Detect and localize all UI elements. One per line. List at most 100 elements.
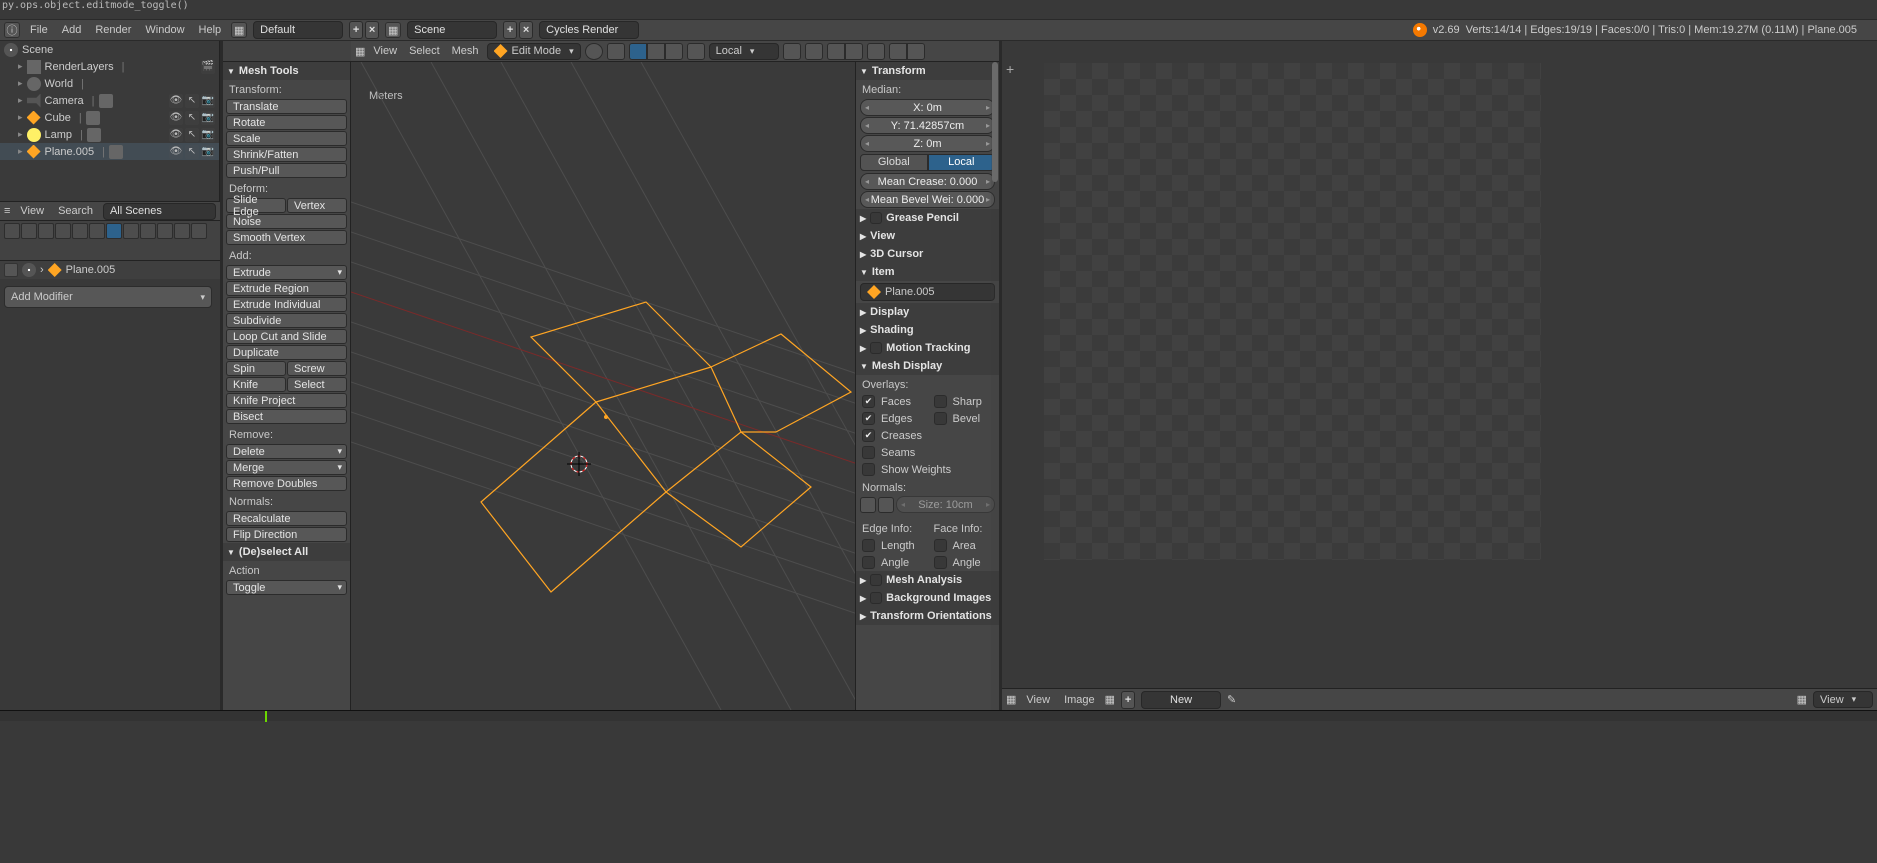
eye-toggle[interactable]: 👁 (169, 145, 183, 159)
camera-toggle[interactable]: 📷 (201, 111, 215, 125)
image-browse-icon[interactable]: ▦ (1105, 693, 1115, 706)
show-weights-check[interactable]: Show Weights (856, 461, 999, 478)
imged-view-dropdown[interactable]: View (1813, 691, 1873, 708)
menu-help[interactable]: Help (195, 24, 226, 36)
tab-texture[interactable] (157, 223, 173, 239)
cursor-toggle[interactable]: ↖ (185, 145, 199, 159)
datablock-icon[interactable] (109, 145, 123, 159)
delete-button[interactable]: Delete (226, 444, 347, 459)
face-normals-icon[interactable] (878, 497, 894, 513)
cursor-toggle[interactable]: ↖ (185, 111, 199, 125)
bevel-check[interactable]: Bevel (928, 410, 1000, 427)
screen-layout-field[interactable]: Default (253, 21, 343, 39)
merge-button[interactable]: Merge (226, 460, 347, 475)
snap-icon[interactable] (805, 43, 823, 60)
eye-toggle[interactable]: 👁 (169, 111, 183, 125)
sharp-check[interactable]: Sharp (928, 393, 1000, 410)
3d-cursor-panel-header[interactable]: 3D Cursor (856, 245, 999, 263)
outliner-item[interactable]: ▸RenderLayers|🎬 (0, 58, 219, 75)
image-new-button[interactable]: New (1141, 691, 1221, 709)
outliner-view-menu[interactable]: View (16, 205, 48, 217)
knife-button[interactable]: Knife (226, 377, 286, 392)
extrude-individual-button[interactable]: Extrude Individual (226, 297, 347, 312)
npanel-scrollbar[interactable] (991, 62, 999, 710)
noise-button[interactable]: Noise (226, 214, 347, 229)
faces-check[interactable]: Faces (856, 393, 928, 410)
normals-size-field[interactable]: Size: 10cm (896, 496, 995, 513)
length-check[interactable]: Length (856, 537, 928, 554)
menu-add[interactable]: Add (58, 24, 86, 36)
snap-increment-icon[interactable] (827, 43, 845, 60)
image-editor-type-icon[interactable]: ▦ (1006, 693, 1016, 706)
orientation-dropdown[interactable]: Local (709, 43, 779, 60)
mesh-analysis-panel-header[interactable]: Mesh Analysis (856, 571, 999, 589)
smooth-vertex-button[interactable]: Smooth Vertex (226, 230, 347, 245)
eye-toggle[interactable]: 👁 (169, 128, 183, 142)
item-panel-header[interactable]: Item (856, 263, 999, 281)
tab-constraints[interactable] (89, 223, 105, 239)
deselect-action-dropdown[interactable]: Toggle (226, 580, 347, 595)
median-z-field[interactable]: Z: 0m (860, 135, 995, 152)
push-pull-button[interactable]: Push/Pull (226, 163, 347, 178)
space-local[interactable]: Local (928, 154, 996, 171)
knife-project-button[interactable]: Knife Project (226, 393, 347, 408)
transform-panel-header[interactable]: Transform (856, 62, 999, 80)
view3d-view-menu[interactable]: View (369, 45, 401, 57)
area-splitter-right[interactable] (999, 41, 1002, 710)
cursor-toggle[interactable]: ↖ (185, 128, 199, 142)
recalculate-button[interactable]: Recalculate (226, 511, 347, 526)
creases-check[interactable]: Creases (856, 427, 999, 444)
scene-browse-icon[interactable]: ▦ (385, 22, 401, 38)
tab-render-layers[interactable] (21, 223, 37, 239)
camera-toggle[interactable]: 📷 (201, 145, 215, 159)
scene-field[interactable]: Scene (407, 21, 497, 39)
background-images-panel-header[interactable]: Background Images (856, 589, 999, 607)
datablock-icon[interactable] (86, 111, 100, 125)
datablock-icon[interactable] (99, 94, 113, 108)
translate-button[interactable]: Translate (226, 99, 347, 114)
edges-check[interactable]: Edges (856, 410, 928, 427)
item-name-field[interactable]: Plane.005 (860, 283, 995, 301)
edge-select-icon[interactable] (647, 43, 665, 60)
extrude-button[interactable]: Extrude (226, 265, 347, 280)
timeline-cursor[interactable] (265, 711, 267, 722)
outliner-filter-field[interactable]: All Scenes (103, 203, 216, 220)
meshdisplay-panel-header[interactable]: Mesh Display (856, 357, 999, 375)
area-check[interactable]: Area (928, 537, 1000, 554)
image-editor[interactable]: + (1002, 41, 1877, 696)
mean-bevel-field[interactable]: Mean Bevel Wei: 0.000 (860, 191, 995, 208)
vertex-select-icon[interactable] (629, 43, 647, 60)
display-panel-header[interactable]: Display (856, 303, 999, 321)
menu-render[interactable]: Render (91, 24, 135, 36)
mean-crease-field[interactable]: Mean Crease: 0.000 (860, 173, 995, 190)
tab-material[interactable] (140, 223, 156, 239)
angle-check[interactable]: Angle (856, 554, 928, 571)
area-splitter-left[interactable] (220, 41, 223, 710)
vertex-button[interactable]: Vertex (287, 198, 347, 213)
shading-panel-header[interactable]: Shading (856, 321, 999, 339)
image-pin-icon[interactable]: ✎ (1227, 693, 1236, 706)
pivot-icon[interactable] (607, 43, 625, 60)
face-select-icon[interactable] (665, 43, 683, 60)
outliner-search-menu[interactable]: Search (54, 205, 97, 217)
eye-toggle[interactable]: 👁 (169, 94, 183, 108)
meshtools-panel-header[interactable]: Mesh Tools (223, 62, 350, 80)
image-new-plus[interactable]: + (1121, 691, 1135, 709)
cursor-toggle[interactable]: ↖ (185, 94, 199, 108)
spin-button[interactable]: Spin (226, 361, 286, 376)
tab-particles[interactable] (174, 223, 190, 239)
space-global[interactable]: Global (860, 154, 928, 171)
proportional-icon[interactable] (867, 43, 885, 60)
transform-orientations-panel-header[interactable]: Transform Orientations (856, 607, 999, 625)
tab-data[interactable] (123, 223, 139, 239)
median-y-field[interactable]: Y: 71.42857cm (860, 117, 995, 134)
editor-type-icon[interactable]: ⓘ (4, 22, 20, 38)
subdivide-button[interactable]: Subdivide (226, 313, 347, 328)
area-split-icon[interactable]: + (1006, 63, 1018, 75)
loop-cut-and-slide-button[interactable]: Loop Cut and Slide (226, 329, 347, 344)
imged-image-menu[interactable]: Image (1060, 694, 1099, 706)
screen-layout-browse-icon[interactable]: ▦ (231, 22, 247, 38)
render-engine-field[interactable]: Cycles Render (539, 21, 639, 39)
menu-window[interactable]: Window (141, 24, 188, 36)
vertex-normals-icon[interactable] (860, 497, 876, 513)
